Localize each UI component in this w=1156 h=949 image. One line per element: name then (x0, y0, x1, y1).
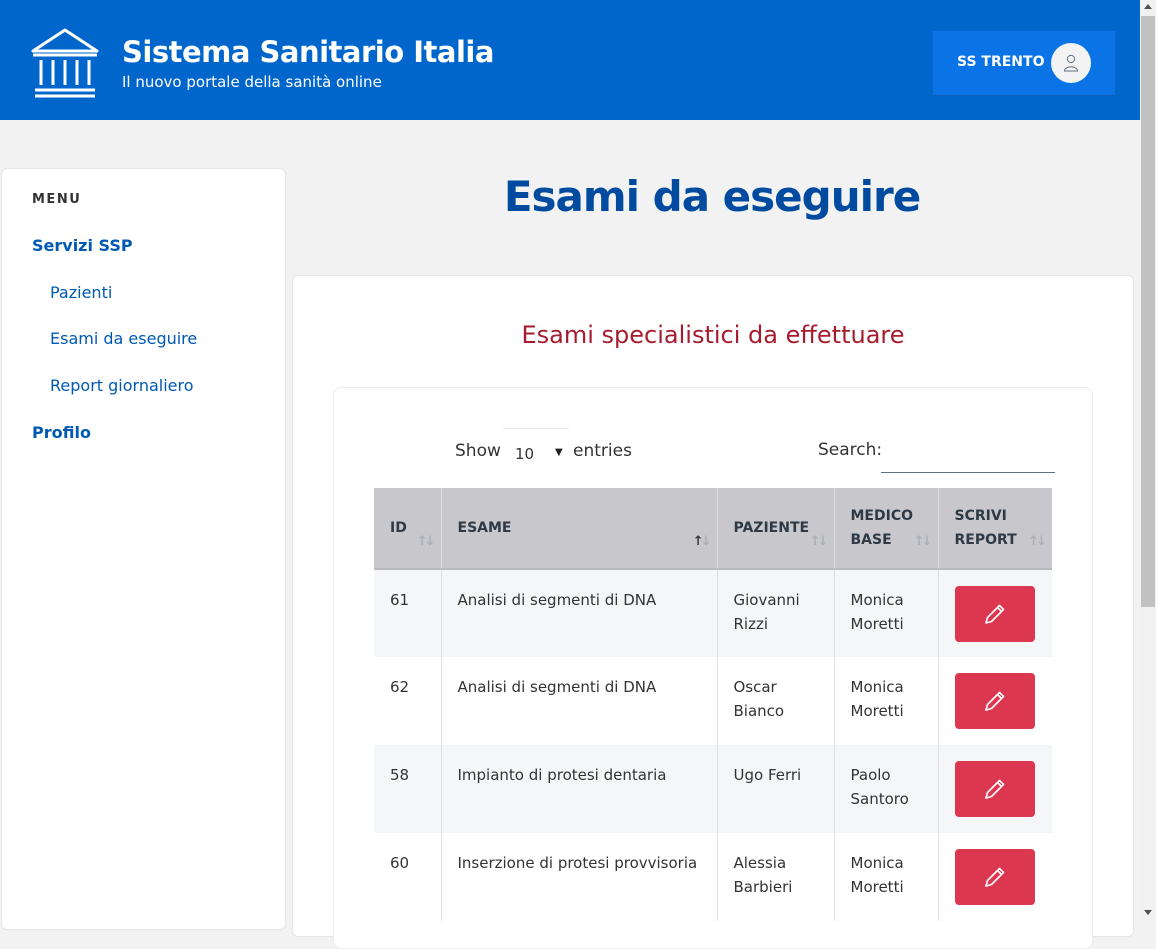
cell-paziente: Alessia Barbieri (716, 833, 834, 921)
cell-paziente: Oscar Bianco (716, 657, 834, 745)
table-row: 62 Analisi di segmenti di DNA Oscar Bianc… (374, 657, 1052, 745)
paziente-name: Oscar (733, 678, 777, 696)
sidebar: MENU Servizi SSP Pazienti Esami da esegu… (1, 168, 286, 930)
column-header-scrivi-report[interactable]: SCRIVI REPORT ↑↓ (937, 488, 1052, 570)
cell-action (937, 745, 1052, 833)
column-header-label: REPORT (954, 532, 1017, 548)
pencil-icon (984, 779, 1004, 799)
sort-icon: ↑↓ (913, 534, 933, 549)
cell-action (937, 657, 1052, 745)
cell-id: 62 (374, 657, 441, 745)
page-title: Esami da eseguire (503, 172, 921, 221)
medico-name: Monica (850, 591, 904, 609)
institution-icon[interactable] (31, 27, 99, 99)
paziente-surname: Rizzi (733, 615, 769, 633)
sort-icon: ↑↓ (809, 534, 829, 549)
cell-medico: Monica Moretti (833, 657, 938, 745)
cell-id: 61 (374, 569, 441, 657)
write-report-button[interactable] (954, 849, 1035, 905)
dropdown-arrow-icon: ▼ (555, 447, 563, 458)
column-header-label: SCRIVI (954, 508, 1007, 524)
column-header-label: PAZIENTE (733, 520, 810, 536)
user-name: SS TRENTO (957, 54, 1045, 70)
column-header-esame[interactable]: ESAME ↑↓ (440, 488, 717, 570)
avatar (1051, 43, 1091, 83)
cell-esame: Analisi di segmenti di DNA (440, 657, 717, 745)
user-icon (1063, 54, 1079, 72)
entries-value: 10 (515, 445, 535, 463)
cell-id: 60 (374, 833, 441, 921)
table-row: 61 Analisi di segmenti di DNA Giovanni Ri… (374, 569, 1052, 657)
write-report-button[interactable] (954, 586, 1035, 642)
section-title: Esami specialistici da effettuare (521, 321, 905, 349)
paziente-surname: Bianco (733, 702, 785, 720)
scrollbar-thumb[interactable] (1141, 16, 1155, 607)
table-card: Show 10 ▼ entries Search: ID ↑↓ ESAME ↑↓… (333, 387, 1093, 949)
pencil-icon (984, 867, 1004, 887)
cell-paziente: Ugo Ferri (716, 745, 834, 833)
column-header-id[interactable]: ID ↑↓ (374, 488, 441, 570)
medico-surname: Moretti (850, 878, 904, 896)
sidebar-item-pazienti[interactable]: Pazienti (50, 283, 112, 302)
menu-heading: MENU (32, 192, 82, 207)
write-report-button[interactable] (954, 673, 1035, 729)
paziente-surname: Barbieri (733, 878, 793, 896)
column-header-label: MEDICO (850, 508, 914, 524)
entries-label: entries (573, 441, 632, 461)
table-row: 58 Impianto di protesi dentaria Ugo Ferr… (374, 745, 1052, 833)
search-input[interactable] (881, 434, 1055, 473)
page-scrollbar[interactable] (1140, 0, 1156, 920)
scroll-down-arrow-icon[interactable] (1144, 910, 1152, 915)
scroll-up-arrow-icon[interactable] (1144, 4, 1152, 9)
column-header-paziente[interactable]: PAZIENTE ↑↓ (716, 488, 834, 570)
show-label: Show (455, 441, 501, 461)
user-menu-button[interactable]: SS TRENTO (933, 31, 1115, 96)
pencil-icon (984, 691, 1004, 711)
table-row: 60 Inserzione di protesi provvisoria Ale… (374, 833, 1052, 921)
pencil-icon (984, 604, 1004, 624)
column-header-label: ESAME (457, 520, 512, 536)
sort-icon: ↑↓ (1028, 534, 1047, 549)
cell-action (937, 569, 1052, 657)
site-subtitle: Il nuovo portale della sanità online (122, 73, 382, 91)
sidebar-item-profilo[interactable]: Profilo (32, 423, 91, 442)
sort-ascending-icon: ↑↓ (692, 534, 712, 549)
cell-medico: Paolo Santoro (833, 745, 938, 833)
exams-table: ID ↑↓ ESAME ↑↓ PAZIENTE ↑↓ MEDICO BASE ↑… (374, 488, 1052, 921)
medico-surname: Moretti (850, 615, 904, 633)
cell-esame: Inserzione di protesi provvisoria (440, 833, 717, 921)
medico-surname: Moretti (850, 702, 904, 720)
paziente-name: Giovanni (733, 591, 800, 609)
search-label: Search: (818, 440, 883, 460)
cell-paziente: Giovanni Rizzi (716, 569, 834, 657)
sort-icon: ↑↓ (416, 534, 436, 549)
paziente-name: Ugo Ferri (733, 766, 802, 784)
medico-name: Monica (850, 678, 904, 696)
table-header-row: ID ↑↓ ESAME ↑↓ PAZIENTE ↑↓ MEDICO BASE ↑… (374, 488, 1052, 570)
medico-name: Paolo (850, 766, 891, 784)
cell-medico: Monica Moretti (833, 833, 938, 921)
main-card: Esami specialistici da effettuare Show 1… (292, 275, 1134, 949)
column-header-label: BASE (850, 532, 892, 548)
sidebar-item-esami-da-eseguire[interactable]: Esami da eseguire (50, 329, 197, 348)
site-header: Sistema Sanitario Italia Il nuovo portal… (0, 0, 1140, 120)
column-header-label: ID (390, 520, 407, 536)
sidebar-item-report-giornaliero[interactable]: Report giornaliero (50, 376, 194, 395)
cell-esame: Analisi di segmenti di DNA (440, 569, 717, 657)
cell-id: 58 (374, 745, 441, 833)
medico-name: Monica (850, 854, 904, 872)
write-report-button[interactable] (954, 761, 1035, 817)
paziente-name: Alessia (733, 854, 787, 872)
cell-medico: Monica Moretti (833, 569, 938, 657)
sidebar-item-servizi-ssp[interactable]: Servizi SSP (32, 236, 133, 255)
cell-esame: Impianto di protesi dentaria (440, 745, 717, 833)
column-header-medico-base[interactable]: MEDICO BASE ↑↓ (833, 488, 938, 570)
medico-surname: Santoro (850, 790, 909, 808)
entries-select[interactable]: 10 ▼ (503, 428, 569, 473)
cell-action (937, 833, 1052, 921)
site-title[interactable]: Sistema Sanitario Italia (122, 35, 494, 69)
